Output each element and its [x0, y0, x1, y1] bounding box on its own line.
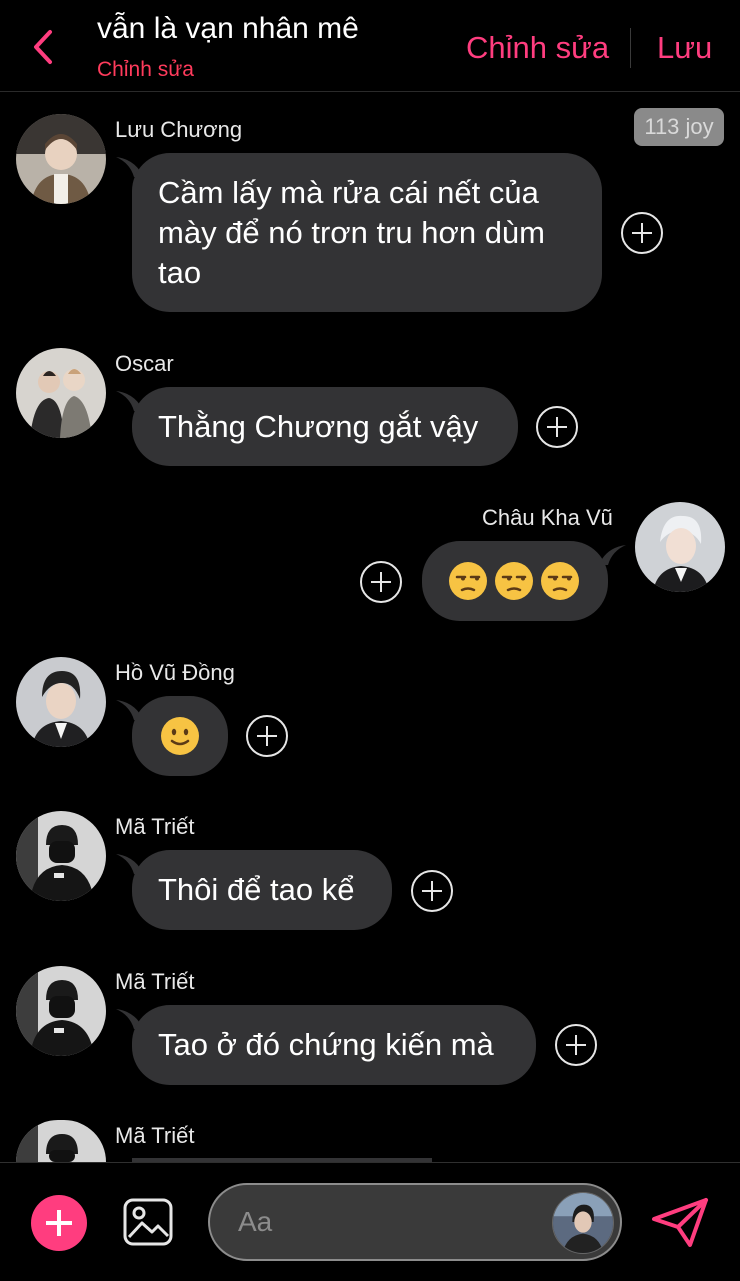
react-add-button[interactable]	[411, 870, 453, 912]
avatar[interactable]	[16, 114, 106, 204]
sender-name: Oscar	[115, 351, 174, 376]
back-icon[interactable]	[26, 26, 62, 68]
react-add-button[interactable]	[536, 406, 578, 448]
react-add-button[interactable]	[555, 1024, 597, 1066]
avatar[interactable]	[635, 502, 725, 592]
message-text: Tao ở đó chứng kiến mà	[158, 1027, 494, 1062]
composer-bar	[0, 1162, 740, 1281]
edit-button[interactable]: Chỉnh sửa	[466, 30, 609, 66]
message-bubble[interactable]	[132, 696, 228, 776]
unamused-face-icon	[541, 562, 579, 600]
avatar[interactable]	[16, 1120, 106, 1162]
avatar[interactable]	[16, 348, 106, 438]
message-bubble[interactable]	[422, 541, 608, 621]
message-bubble[interactable]: Cầm lấy mà rửa cái nết của mày để nó trơ…	[132, 153, 602, 312]
image-icon[interactable]	[122, 1197, 174, 1247]
react-add-button[interactable]	[360, 561, 402, 603]
avatar[interactable]	[16, 657, 106, 747]
message-text: Cầm lấy mà rửa cái nết của mày để nó trơ…	[158, 175, 546, 290]
message-text: Thằng Chương gắt vậy	[158, 408, 479, 444]
sender-name: Hồ Vũ Đồng	[115, 660, 235, 685]
sender-name: Châu Kha Vũ	[482, 505, 613, 530]
bubble-tail	[602, 545, 626, 565]
message-input-wrapper[interactable]	[208, 1183, 622, 1261]
react-add-button[interactable]	[246, 715, 288, 757]
sender-name: Lưu Chương	[115, 117, 243, 142]
chat-header: vẫn là vạn nhân mê Chỉnh sửa Chỉnh sửa L…	[0, 0, 740, 92]
message-bubble[interactable]: Thôi để tao kể	[132, 850, 392, 930]
sender-name: Mã Triết	[115, 969, 195, 994]
slightly-smiling-face-icon	[161, 717, 199, 755]
unamused-face-icon	[449, 562, 487, 600]
sender-name: Mã Triết	[115, 1123, 195, 1148]
send-icon[interactable]	[650, 1197, 710, 1249]
avatar[interactable]	[552, 1192, 614, 1254]
chat-title: vẫn là vạn nhân mê	[97, 12, 359, 45]
unamused-face-icon	[495, 562, 533, 600]
react-add-button[interactable]	[621, 212, 663, 254]
add-button[interactable]	[31, 1195, 87, 1251]
avatar[interactable]	[16, 966, 106, 1056]
message-emoji	[448, 561, 580, 601]
save-button[interactable]: Lưu	[657, 30, 712, 66]
chat-subtitle[interactable]: Chỉnh sửa	[97, 58, 194, 82]
message-bubble[interactable]: Thằng Chương gắt vậy	[132, 387, 518, 466]
joy-badge: 113 joy	[634, 108, 724, 146]
message-bubble[interactable]: Tao ở đó chứng kiến mà	[132, 1005, 536, 1085]
message-text: Thôi để tao kể	[158, 872, 355, 907]
header-divider	[630, 28, 631, 68]
avatar[interactable]	[16, 811, 106, 901]
sender-name: Mã Triết	[115, 814, 195, 839]
message-input[interactable]	[238, 1199, 538, 1245]
